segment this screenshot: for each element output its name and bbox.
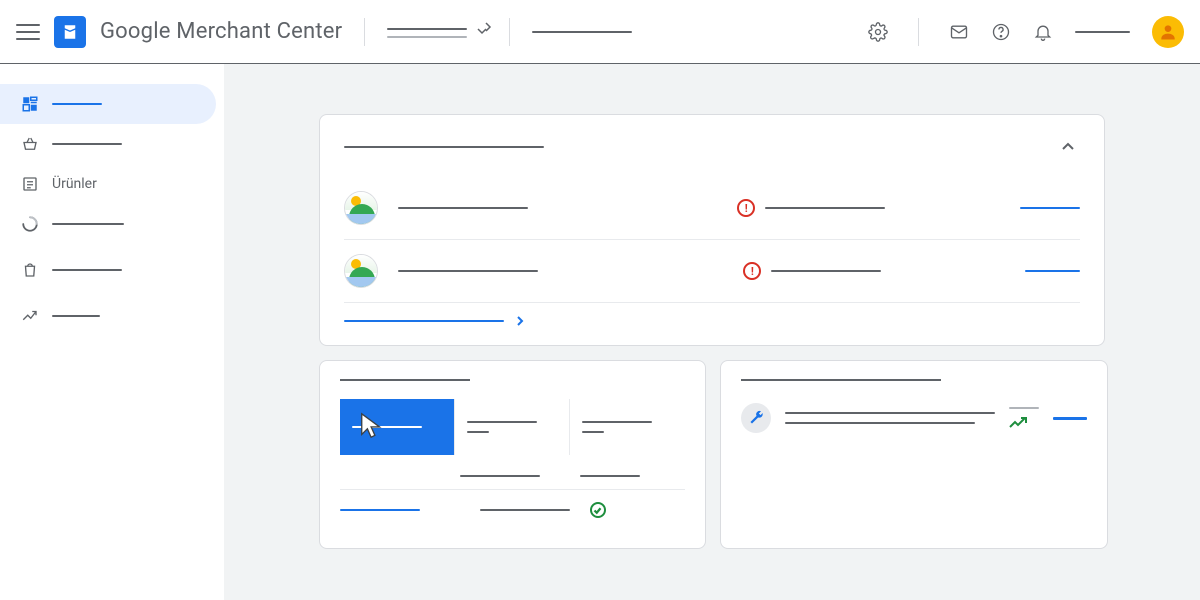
content-area bbox=[224, 64, 1200, 600]
rec-metric bbox=[1009, 407, 1039, 409]
bag-icon bbox=[20, 260, 40, 280]
app-header: Google Merchant Center bbox=[0, 0, 1200, 64]
sidebar-item-diagnostics[interactable] bbox=[0, 204, 216, 244]
sidebar-item-label bbox=[52, 223, 124, 225]
sidebar-item-overview[interactable] bbox=[0, 84, 216, 124]
task-action-link[interactable] bbox=[1025, 270, 1080, 272]
divider bbox=[364, 18, 365, 46]
recommendations-card bbox=[720, 360, 1108, 549]
task-row[interactable] bbox=[344, 177, 1080, 240]
alert-icon bbox=[737, 199, 755, 217]
avatar[interactable] bbox=[1152, 16, 1184, 48]
trend-icon bbox=[20, 306, 40, 326]
table-cell bbox=[480, 509, 570, 511]
tab-sub bbox=[582, 431, 604, 433]
mail-icon[interactable] bbox=[949, 22, 969, 42]
rec-text bbox=[785, 412, 995, 414]
trend-up-icon bbox=[1009, 417, 1027, 429]
pending-tasks-card bbox=[319, 114, 1105, 346]
help-icon[interactable] bbox=[991, 22, 1011, 42]
progress-ring-icon bbox=[20, 214, 40, 234]
card-title bbox=[340, 379, 470, 381]
card-title bbox=[344, 146, 544, 148]
sidebar-item-label bbox=[52, 315, 100, 317]
account-switcher[interactable] bbox=[387, 26, 487, 38]
metric-tab-active[interactable] bbox=[340, 399, 455, 455]
divider bbox=[509, 18, 510, 46]
sidebar: Ürünler bbox=[0, 64, 224, 600]
basket-icon bbox=[20, 134, 40, 154]
task-name bbox=[398, 207, 528, 209]
sidebar-item-label bbox=[52, 103, 102, 105]
app-title: Google Merchant Center bbox=[100, 19, 342, 44]
metrics-card bbox=[319, 360, 706, 549]
metric-tabs bbox=[340, 399, 685, 455]
sidebar-item-label: Ürünler bbox=[52, 176, 97, 192]
product-thumb-icon bbox=[344, 254, 378, 288]
product-thumb-icon bbox=[344, 191, 378, 225]
check-ok-icon bbox=[590, 502, 606, 518]
tab-label bbox=[467, 421, 537, 423]
metric-tab[interactable] bbox=[455, 399, 570, 455]
table-header bbox=[460, 475, 540, 477]
tab-label bbox=[352, 426, 422, 428]
table-row bbox=[340, 489, 685, 530]
merchant-center-logo bbox=[54, 16, 86, 48]
sidebar-item-marketing[interactable] bbox=[0, 250, 216, 290]
tab-sub bbox=[467, 431, 489, 433]
collapse-icon[interactable] bbox=[1056, 135, 1080, 159]
sidebar-item-label bbox=[52, 269, 122, 271]
task-action-link[interactable] bbox=[1020, 207, 1080, 209]
sidebar-item-label bbox=[52, 143, 122, 145]
rec-action-link[interactable] bbox=[1053, 417, 1087, 420]
tab-label bbox=[582, 421, 652, 423]
menu-icon[interactable] bbox=[16, 20, 40, 44]
recommendation-row[interactable] bbox=[741, 403, 1087, 433]
header-search[interactable] bbox=[532, 31, 632, 33]
sidebar-item-products[interactable]: Ürünler bbox=[0, 164, 216, 204]
table-header bbox=[580, 475, 640, 477]
task-status bbox=[771, 270, 881, 272]
account-label bbox=[1075, 31, 1130, 33]
chevron-right-icon bbox=[514, 315, 526, 327]
card-title bbox=[741, 379, 941, 381]
list-icon bbox=[20, 174, 40, 194]
rec-text bbox=[785, 422, 975, 424]
divider bbox=[918, 18, 919, 46]
table-cell-link[interactable] bbox=[340, 509, 420, 511]
metric-tab[interactable] bbox=[570, 399, 685, 455]
wrench-icon bbox=[741, 403, 771, 433]
dashboard-icon bbox=[20, 94, 40, 114]
view-all-link[interactable] bbox=[344, 320, 504, 322]
alert-icon bbox=[743, 262, 761, 280]
bell-icon[interactable] bbox=[1033, 22, 1053, 42]
task-row[interactable] bbox=[344, 240, 1080, 303]
sidebar-item-basket[interactable] bbox=[0, 124, 216, 164]
gear-icon[interactable] bbox=[868, 22, 888, 42]
task-name bbox=[398, 270, 538, 272]
sidebar-item-performance[interactable] bbox=[0, 296, 216, 336]
task-status bbox=[765, 207, 885, 209]
